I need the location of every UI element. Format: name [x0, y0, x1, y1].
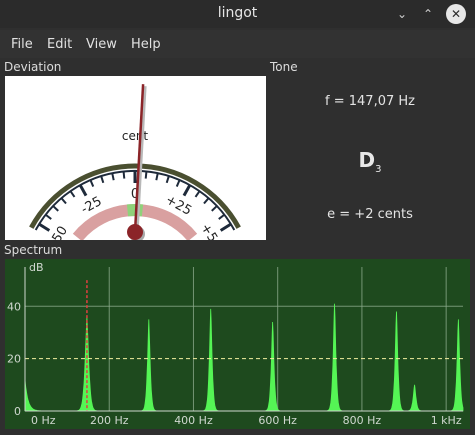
gauge-minor-tick — [52, 205, 59, 212]
menu-view[interactable]: View — [86, 30, 117, 58]
deviation-gauge: -50 -25 0 +25 +50 cent — [5, 76, 266, 252]
gauge-minor-tick — [144, 171, 148, 179]
spectrum-ytick-label: 20 — [7, 353, 21, 366]
gauge-major-tick — [182, 184, 192, 197]
note-name: D — [358, 148, 376, 172]
tone-panel: f = 147,07 Hz D3 e = +2 cents — [270, 76, 470, 240]
deviation-label: Deviation — [4, 60, 62, 74]
title-bar[interactable]: lingot ⌄ ⌃ ✕ — [0, 0, 475, 28]
gauge-minor-tick — [60, 197, 67, 205]
spectrum-xtick-label: 1 kHz — [431, 414, 462, 427]
menu-file[interactable]: File — [11, 30, 33, 58]
spectrum-xtick-label: 0 Hz — [31, 414, 56, 427]
tone-label: Tone — [270, 60, 298, 74]
gauge-minor-tick — [175, 179, 181, 187]
menu-edit[interactable]: Edit — [47, 30, 72, 58]
gauge-minor-tick — [211, 205, 218, 212]
spectrum-label: Spectrum — [4, 243, 63, 257]
spectrum-ytick-label: 40 — [7, 300, 21, 313]
note-octave: 3 — [375, 164, 382, 175]
spectrum-plot: 0 20 40 dB 0 Hz 200 Hz 400 Hz 600 Hz 800 Hz 1 kHz — [5, 259, 470, 429]
gauge-minor-tick — [155, 173, 159, 181]
frequency-readout: f = 147,07 Hz — [325, 94, 415, 109]
gauge-minor-tick — [89, 179, 95, 187]
gauge-minor-tick — [165, 175, 170, 184]
gauge-unit-label: cent — [122, 129, 149, 143]
menu-help[interactable]: Help — [131, 30, 161, 58]
gauge-tick-label: -50 — [47, 224, 71, 240]
gauge-minor-tick — [69, 190, 76, 198]
maximize-icon[interactable]: ⌃ — [418, 4, 438, 24]
error-readout: e = +2 cents — [327, 207, 413, 222]
gauge-major-tick — [78, 184, 88, 197]
gauge-minor-tick — [122, 171, 126, 179]
spectrum-xtick-label: 800 Hz — [343, 414, 382, 427]
gauge-minor-tick — [45, 213, 52, 220]
minimize-icon[interactable]: ⌄ — [392, 4, 412, 24]
gauge-tick-label: +50 — [197, 221, 224, 240]
spectrum-ylabel: dB — [29, 261, 44, 274]
spectrum-xtick-label: 400 Hz — [174, 414, 213, 427]
spectrum-xtick-label: 600 Hz — [258, 414, 297, 427]
gauge-minor-tick — [111, 173, 115, 181]
spectrum-ytick-label: 0 — [14, 405, 21, 418]
gauge-major-tick — [219, 222, 232, 232]
note-readout: D3 — [270, 148, 470, 175]
gauge-minor-tick — [203, 197, 210, 205]
gauge-minor-tick — [218, 213, 225, 220]
gauge-minor-tick — [194, 190, 201, 198]
gauge-hub — [127, 224, 143, 240]
close-icon[interactable]: ✕ — [446, 4, 466, 24]
spectrum-xtick-label: 200 Hz — [90, 414, 129, 427]
menu-bar: File Edit View Help — [0, 30, 475, 58]
gauge-major-tick — [38, 222, 51, 232]
gauge-minor-tick — [100, 175, 105, 184]
